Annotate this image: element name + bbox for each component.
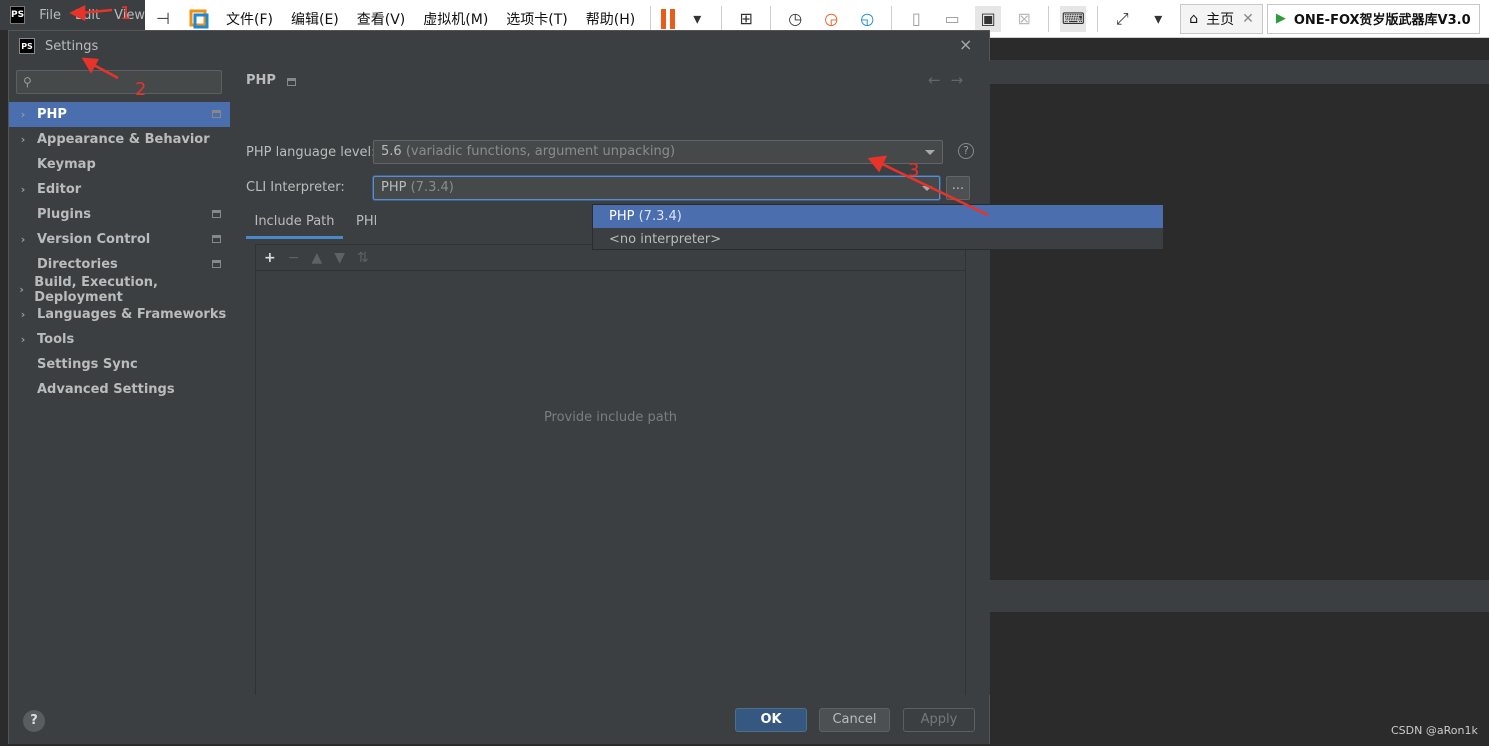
annotation-3: 3 — [908, 160, 920, 181]
annotation-1: 1 — [120, 3, 132, 24]
watermark: CSDN @aRon1k — [1391, 724, 1478, 737]
annotation-2: 2 — [135, 79, 147, 100]
annotation-arrows — [69, 4, 989, 217]
